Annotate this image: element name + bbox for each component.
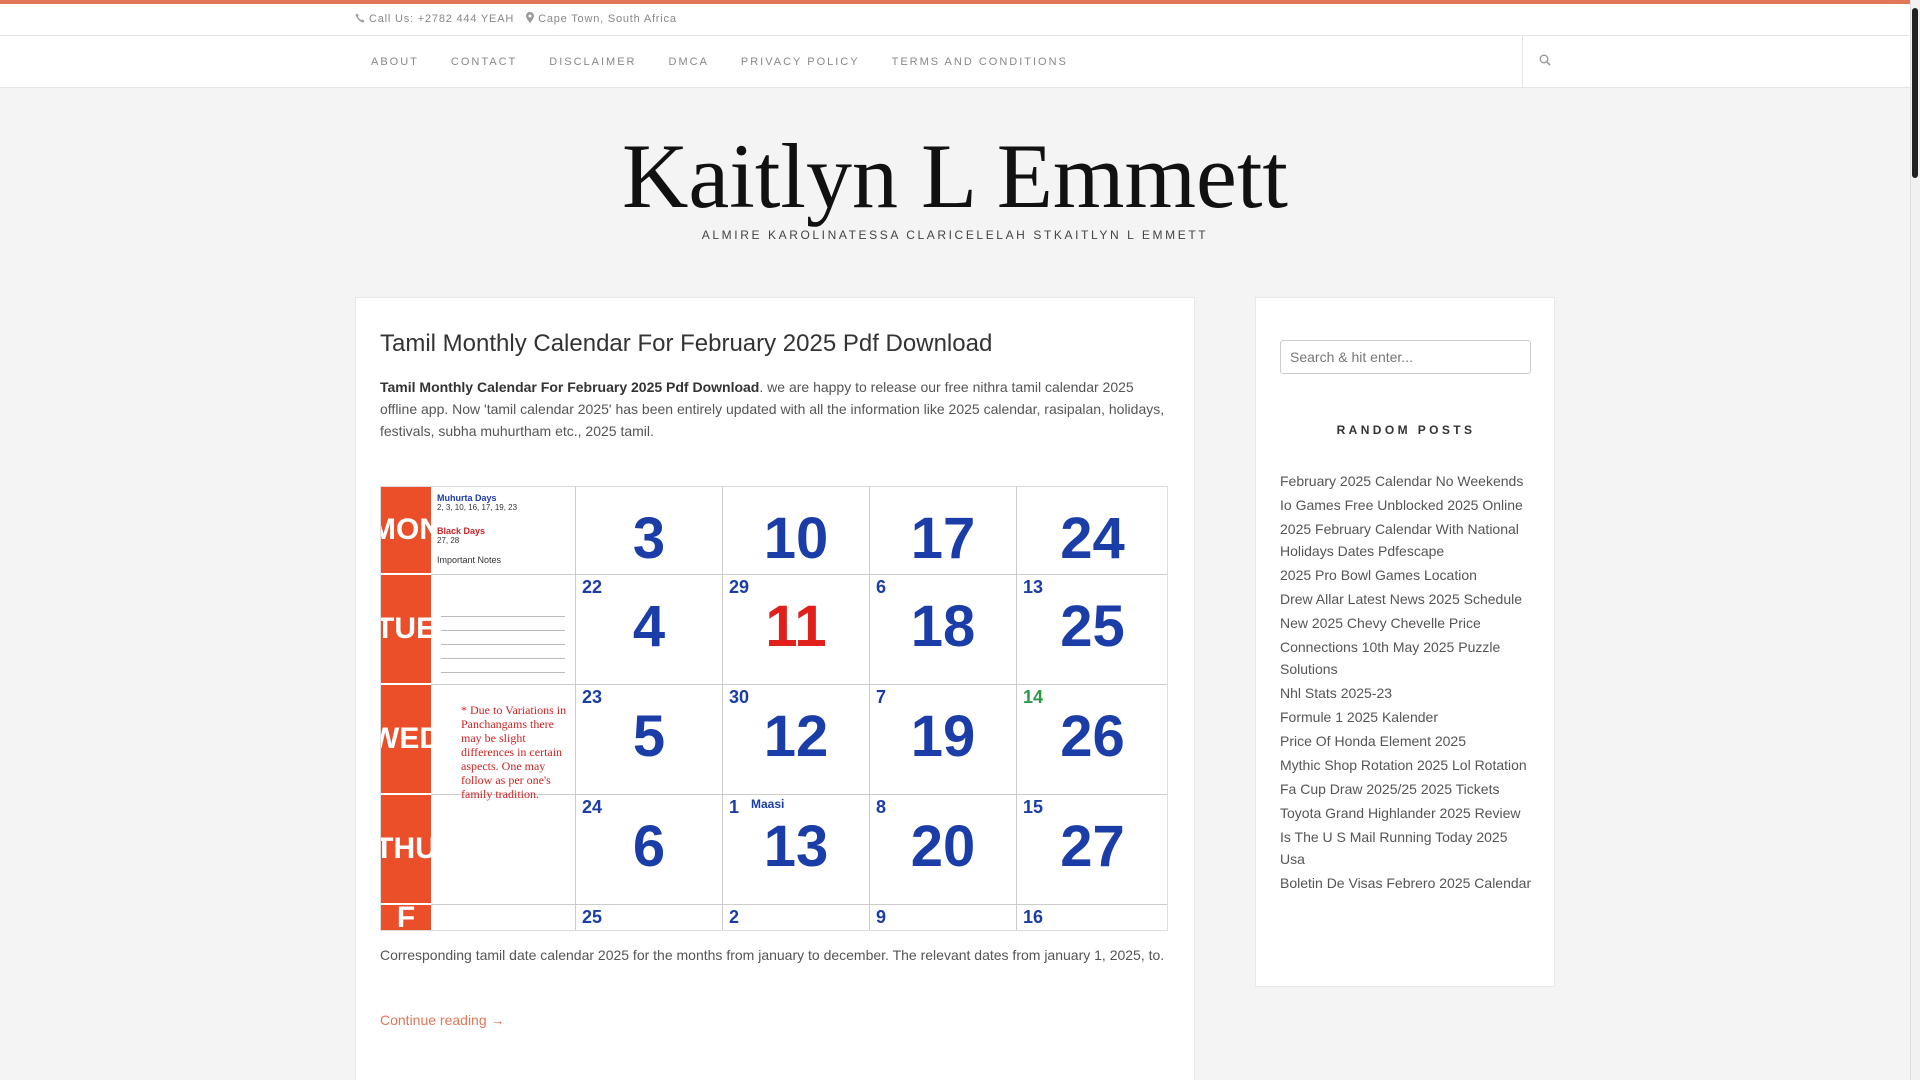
muhurta-dates: 2, 3, 10, 16, 17, 19, 23 [437, 503, 518, 512]
calendar-cell: 24 [1017, 487, 1167, 575]
random-post-link[interactable]: Boletin De Visas Febrero 2025 Calendar [1280, 872, 1535, 894]
calendar-day-band: F [381, 901, 431, 930]
phone-icon [355, 13, 365, 26]
post-article: Tamil Monthly Calendar For February 2025… [355, 297, 1195, 1080]
location-text: Cape Town, South Africa [538, 13, 677, 25]
nav-item-contact[interactable]: CONTACT [435, 56, 533, 68]
calendar-cell: 8 20 [870, 795, 1017, 905]
calendar-cell: 14 26 [1017, 685, 1167, 795]
calendar-cell: 7 19 [870, 685, 1017, 795]
random-post-link[interactable]: 2025 February Calendar With National Hol… [1280, 518, 1535, 562]
calendar-variation-note: * Due to Variations in Panchangams there… [431, 685, 576, 801]
random-post-link[interactable]: Formule 1 2025 Kalender [1280, 706, 1535, 728]
black-days-label: Black Days [437, 526, 486, 536]
site-header: Kaitlyn L Emmett ALMIRE KAROLINATESSA CL… [0, 120, 1910, 242]
nav-item-disclaimer[interactable]: DISCLAIMER [533, 56, 652, 68]
random-post-link[interactable]: February 2025 Calendar No Weekends [1280, 470, 1535, 492]
page-scrollbar[interactable] [1910, 0, 1920, 1080]
calendar-cell: 23 5 [576, 685, 723, 795]
continue-reading-link[interactable]: Continue reading → [380, 1012, 505, 1028]
random-post-link[interactable]: New 2025 Chevy Chevelle Price [1280, 612, 1535, 634]
calendar-notes-lines [431, 905, 576, 930]
calendar-cell: 22 4 [576, 575, 723, 685]
calendar-cell: 24 6 [576, 795, 723, 905]
search-icon [1539, 53, 1551, 71]
calendar-cell: 25 [576, 905, 723, 930]
calendar-notes-lines [431, 795, 576, 905]
sidebar: RANDOM POSTS February 2025 Calendar No W… [1255, 297, 1555, 987]
nav-item-terms-and-conditions[interactable]: TERMS AND CONDITIONS [876, 56, 1084, 68]
calendar-day-band: WED [381, 685, 441, 795]
black-days-dates: 27, 28 [437, 536, 460, 545]
random-post-link[interactable]: Toyota Grand Highlander 2025 Review [1280, 802, 1535, 824]
random-post-link[interactable]: Fa Cup Draw 2025/25 2025 Tickets [1280, 778, 1535, 800]
calendar-muhurta-box: Muhurta Days 2, 3, 10, 16, 17, 19, 23 Bl… [431, 487, 576, 575]
nav-item-about[interactable]: ABOUT [355, 56, 435, 68]
random-post-link[interactable]: Mythic Shop Rotation 2025 Lol Rotation [1280, 754, 1535, 776]
calendar-cell: 29 11 [723, 575, 870, 685]
phone-text: Call Us: +2782 444 YEAH [369, 13, 515, 25]
random-post-link[interactable]: Price Of Honda Element 2025 [1280, 730, 1535, 752]
top-info-bar: Call Us: +2782 444 YEAH Cape Town, South… [0, 4, 1910, 36]
post-title[interactable]: Tamil Monthly Calendar For February 2025… [380, 330, 992, 358]
post-caption: Corresponding tamil date calendar 2025 f… [380, 947, 1165, 963]
nav-search-button[interactable] [1522, 36, 1566, 88]
calendar-cell: 16 [1017, 905, 1167, 930]
calendar-cell: 9 [870, 905, 1017, 930]
scrollbar-thumb[interactable] [1912, 8, 1918, 178]
site-description: ALMIRE KAROLINATESSA CLARICELELAH STKAIT… [701, 228, 1209, 242]
calendar-cell: 2 [723, 905, 870, 930]
calendar-cell: 3 [576, 487, 723, 575]
nav-item-dmca[interactable]: DMCA [653, 56, 725, 68]
post-excerpt-bold: Tamil Monthly Calendar For February 2025… [380, 379, 760, 395]
location-info: Cape Town, South Africa [526, 12, 677, 26]
post-excerpt: Tamil Monthly Calendar For February 2025… [380, 376, 1170, 442]
calendar-cell: 6 18 [870, 575, 1017, 685]
calendar-day-band: TUE [381, 575, 436, 685]
random-post-link[interactable]: Is The U S Mail Running Today 2025 Usa [1280, 826, 1535, 870]
calendar-notes-lines [431, 575, 576, 685]
random-post-link[interactable]: Drew Allar Latest News 2025 Schedule [1280, 588, 1535, 610]
calendar-cell: 13 25 [1017, 575, 1167, 685]
muhurta-label: Muhurta Days [437, 493, 497, 503]
calendar-cell: 10 [723, 487, 870, 575]
calendar-cell: 30 12 [723, 685, 870, 795]
random-posts-list: February 2025 Calendar No Weekends Io Ga… [1280, 470, 1535, 896]
main-navigation: ABOUT CONTACT DISCLAIMER DMCA PRIVACY PO… [0, 36, 1910, 88]
phone-info: Call Us: +2782 444 YEAH [355, 12, 514, 26]
site-title[interactable]: Kaitlyn L Emmett [0, 120, 1910, 232]
calendar-day-band: THU [381, 795, 437, 905]
calendar-cell: 17 [870, 487, 1017, 575]
random-posts-heading: RANDOM POSTS [1336, 423, 1476, 437]
post-featured-image[interactable]: MON Muhurta Days 2, 3, 10, 16, 17, 19, 2… [380, 486, 1168, 931]
random-post-link[interactable]: 2025 Pro Bowl Games Location [1280, 564, 1535, 586]
calendar-image: MON Muhurta Days 2, 3, 10, 16, 17, 19, 2… [381, 487, 1167, 930]
random-post-link[interactable]: Connections 10th May 2025 Puzzle Solutio… [1280, 636, 1535, 680]
calendar-cell: 15 27 [1017, 795, 1167, 905]
random-post-link[interactable]: Io Games Free Unblocked 2025 Online [1280, 494, 1535, 516]
important-notes-label: Important Notes [437, 555, 502, 565]
random-post-link[interactable]: Nhl Stats 2025-23 [1280, 682, 1535, 704]
calendar-day-band: MON [381, 487, 441, 575]
calendar-cell: 1 Maasi 13 [723, 795, 870, 905]
map-marker-icon [526, 12, 535, 26]
nav-item-privacy-policy[interactable]: PRIVACY POLICY [725, 56, 876, 68]
sidebar-search-input[interactable] [1280, 340, 1531, 374]
